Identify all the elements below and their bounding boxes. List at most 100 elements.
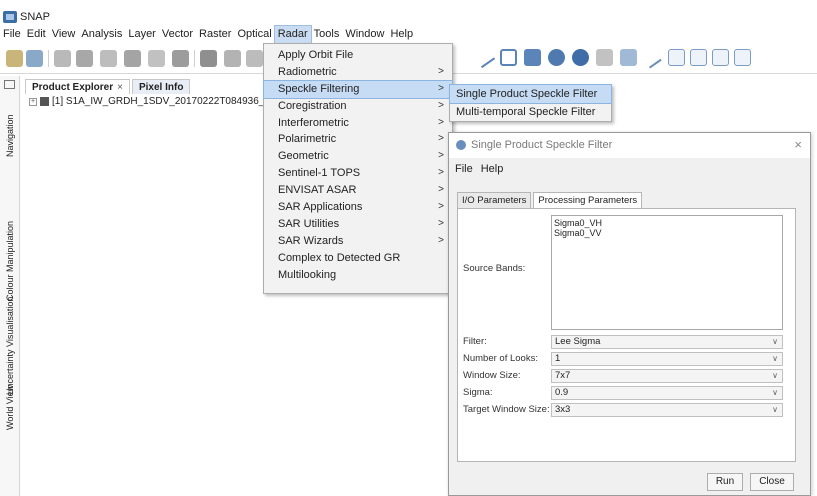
source-bands-label: Source Bands: (463, 263, 526, 274)
menu-item-geometric[interactable]: Geometric > (264, 148, 452, 165)
layer-tool-icon[interactable] (224, 50, 241, 67)
magic-wand-icon[interactable] (620, 49, 637, 66)
line-tool-icon[interactable] (640, 46, 662, 69)
target-window-size-dropdown[interactable]: 3x3 ∨ (551, 403, 783, 417)
graph-builder-icon[interactable] (76, 50, 93, 67)
menu-item-polarimetric[interactable]: Polarimetric > (264, 131, 452, 148)
radar-menu-dropdown: Apply Orbit File Radiometric > Speckle Filt… (263, 43, 453, 294)
side-tab-navigation[interactable]: Navigation (2, 106, 18, 166)
draw-polyline-icon[interactable] (500, 49, 517, 66)
minimize-panel-icon[interactable] (4, 80, 15, 89)
menu-item-sar-utilities[interactable]: SAR Utilities > (264, 216, 452, 233)
menu-item-envisat-asar[interactable]: ENVISAT ASAR > (264, 182, 452, 199)
menu-item-speckle-filtering[interactable]: Speckle Filtering > (263, 79, 453, 99)
dialog-menu-help[interactable]: Help (481, 163, 504, 175)
submenu-arrow-icon: > (438, 116, 444, 128)
band-list-item[interactable]: Sigma0_VH (552, 218, 782, 228)
select-tool-icon[interactable] (596, 49, 613, 66)
gcp-tool-icon[interactable] (148, 50, 165, 67)
window-size-dropdown[interactable]: 7x7 ∨ (551, 369, 783, 383)
dialog-title-bar: Single Product Speckle Filter × (449, 133, 810, 158)
chevron-down-icon: ∨ (772, 371, 778, 380)
expand-icon[interactable]: + (29, 97, 37, 106)
menu-item-multilooking[interactable]: Multilooking (264, 267, 452, 284)
menu-layer[interactable]: Layer (125, 26, 159, 43)
filter-dropdown[interactable]: Lee Sigma ∨ (551, 335, 783, 349)
source-bands-list[interactable]: Sigma0_VH Sigma0_VV (551, 215, 783, 330)
draw-rectangle-icon[interactable] (524, 49, 541, 66)
menu-item-complex-to-detected-gr[interactable]: Complex to Detected GR (264, 250, 452, 267)
menu-item-coregistration[interactable]: Coregistration > (264, 98, 452, 115)
submenu-arrow-icon: > (438, 234, 444, 246)
tile-evenly-icon[interactable] (668, 49, 685, 66)
dialog-menu-file[interactable]: File (455, 163, 473, 175)
menu-item-label: Polarimetric (278, 133, 337, 146)
menu-view[interactable]: View (49, 26, 79, 43)
menu-item-label: Speckle Filtering (278, 82, 360, 95)
menu-item-sar-applications[interactable]: SAR Applications > (264, 199, 452, 216)
menu-raster[interactable]: Raster (196, 26, 234, 43)
processing-parameters-panel: Source Bands: Sigma0_VH Sigma0_VV Filter:… (457, 208, 796, 462)
menu-item-apply-orbit-file[interactable]: Apply Orbit File (264, 47, 452, 64)
tab-pixel-info[interactable]: Pixel Info (131, 79, 191, 94)
library-tool-icon[interactable] (246, 50, 263, 67)
menu-item-sar-wizards[interactable]: SAR Wizards > (264, 233, 452, 250)
network-tool-icon[interactable] (200, 50, 217, 67)
band-list-item[interactable]: Sigma0_VV (552, 228, 782, 238)
tile-horizontal-icon[interactable] (690, 49, 707, 66)
tab-product-explorer[interactable]: Product Explorer × (25, 79, 130, 94)
submenu-item-single-product-speckle-filter[interactable]: Single Product Speckle Filter (449, 84, 612, 104)
product-tree-row[interactable]: + [1] S1A_IW_GRDH_1SDV_20170222T084936_2… (29, 96, 281, 107)
grid-tool-icon[interactable] (100, 50, 117, 67)
menu-item-sentinel-1-tops[interactable]: Sentinel-1 TOPS > (264, 165, 452, 182)
close-icon[interactable]: × (117, 82, 123, 93)
menu-file[interactable]: File (0, 26, 24, 43)
left-sidebar: Navigation Colour Manipulation Uncertain… (0, 76, 20, 496)
zoom-tool-icon[interactable] (548, 49, 565, 66)
menu-item-label: Multilooking (278, 268, 337, 281)
menu-vector[interactable]: Vector (159, 26, 196, 43)
save-product-icon[interactable] (26, 50, 43, 67)
tile-vertical-icon[interactable] (712, 49, 729, 66)
side-tab-world-view[interactable]: World View (2, 381, 18, 433)
menu-optical[interactable]: Optical (234, 26, 274, 43)
title-bar: SNAP (0, 9, 817, 25)
menu-item-label: SAR Wizards (278, 234, 344, 247)
draw-line-icon[interactable] (472, 45, 496, 69)
dialog-tabs: I/O Parameters Processing Parameters (457, 192, 644, 208)
submenu-arrow-icon: > (438, 82, 444, 94)
menu-radar[interactable]: Radar (273, 25, 312, 44)
run-button[interactable]: Run (707, 473, 743, 491)
speckle-filtering-submenu: Single Product Speckle Filter Multi-tempo… (449, 84, 612, 122)
menu-item-interferometric[interactable]: Interferometric > (264, 115, 452, 132)
sigma-dropdown[interactable]: 0.9 ∨ (551, 386, 783, 400)
menu-item-radiometric[interactable]: Radiometric > (264, 64, 452, 81)
menu-help[interactable]: Help (387, 26, 416, 43)
filter-label: Filter: (463, 336, 487, 347)
band-maths-icon[interactable] (54, 50, 71, 67)
number-of-looks-dropdown[interactable]: 1 ∨ (551, 352, 783, 366)
menu-tools[interactable]: Tools (311, 26, 343, 43)
chevron-down-icon: ∨ (772, 337, 778, 346)
close-icon[interactable]: × (794, 137, 802, 152)
tab-io-parameters[interactable]: I/O Parameters (457, 192, 532, 208)
toolbar-separator (194, 50, 195, 67)
close-button[interactable]: Close (750, 473, 794, 491)
chevron-down-icon: ∨ (772, 405, 778, 414)
menu-analysis[interactable]: Analysis (78, 26, 125, 43)
menu-item-label: Radiometric (278, 65, 337, 78)
menu-item-label: SAR Applications (278, 201, 363, 214)
batch-icon[interactable] (124, 50, 141, 67)
tile-single-icon[interactable] (734, 49, 751, 66)
pin-tool-icon[interactable] (172, 50, 189, 67)
submenu-arrow-icon: > (438, 150, 444, 162)
submenu-arrow-icon: > (438, 65, 444, 77)
range-finder-icon[interactable] (572, 49, 589, 66)
submenu-arrow-icon: > (438, 201, 444, 213)
menu-edit[interactable]: Edit (24, 26, 49, 43)
submenu-item-multi-temporal-speckle-filter[interactable]: Multi-temporal Speckle Filter (450, 103, 611, 121)
dropdown-value: 0.9 (555, 387, 569, 398)
menu-window[interactable]: Window (342, 26, 387, 43)
open-product-icon[interactable] (6, 50, 23, 67)
tab-processing-parameters[interactable]: Processing Parameters (533, 192, 643, 208)
